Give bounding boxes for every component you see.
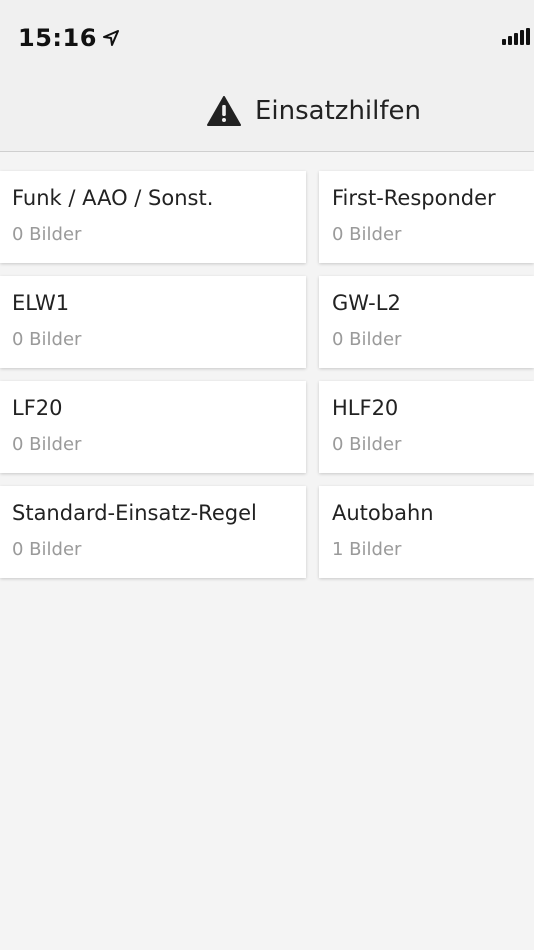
card-funk-aao-sonst[interactable]: Funk / AAO / Sonst. 0 Bilder: [0, 171, 306, 263]
nav-title-group: Einsatzhilfen: [207, 96, 421, 126]
status-time: 15:16: [18, 24, 119, 52]
card-image-count: 0 Bilder: [332, 224, 402, 245]
card-standard-einsatz-regel[interactable]: Standard-Einsatz-Regel 0 Bilder: [0, 486, 306, 578]
card-title: First-Responder: [332, 186, 496, 210]
card-image-count: 1 Bilder: [332, 539, 402, 560]
warning-icon: [207, 96, 241, 126]
cellular-signal-icon: [502, 28, 530, 45]
card-title: HLF20: [332, 396, 399, 420]
card-image-count: 0 Bilder: [12, 224, 82, 245]
nav-bar: Einsatzhilfen: [0, 78, 534, 152]
card-gw-l2[interactable]: GW-L2 0 Bilder: [319, 276, 534, 368]
status-time-text: 15:16: [18, 24, 97, 52]
card-image-count: 0 Bilder: [12, 434, 82, 455]
card-image-count: 0 Bilder: [332, 434, 402, 455]
card-image-count: 0 Bilder: [332, 329, 402, 350]
card-image-count: 0 Bilder: [12, 329, 82, 350]
card-title: Funk / AAO / Sonst.: [12, 186, 214, 210]
card-title: ELW1: [12, 291, 70, 315]
page-title: Einsatzhilfen: [255, 96, 422, 126]
card-title: Standard-Einsatz-Regel: [12, 501, 257, 525]
card-hlf20[interactable]: HLF20 0 Bilder: [319, 381, 534, 473]
card-title: GW-L2: [332, 291, 401, 315]
card-elw1[interactable]: ELW1 0 Bilder: [0, 276, 306, 368]
card-title: Autobahn: [332, 501, 434, 525]
card-title: LF20: [12, 396, 63, 420]
card-first-responder[interactable]: First-Responder 0 Bilder: [319, 171, 534, 263]
card-image-count: 0 Bilder: [12, 539, 82, 560]
card-autobahn[interactable]: Autobahn 1 Bilder: [319, 486, 534, 578]
card-lf20[interactable]: LF20 0 Bilder: [0, 381, 306, 473]
status-bar: 15:16: [0, 0, 534, 78]
location-arrow-icon: [102, 30, 119, 46]
